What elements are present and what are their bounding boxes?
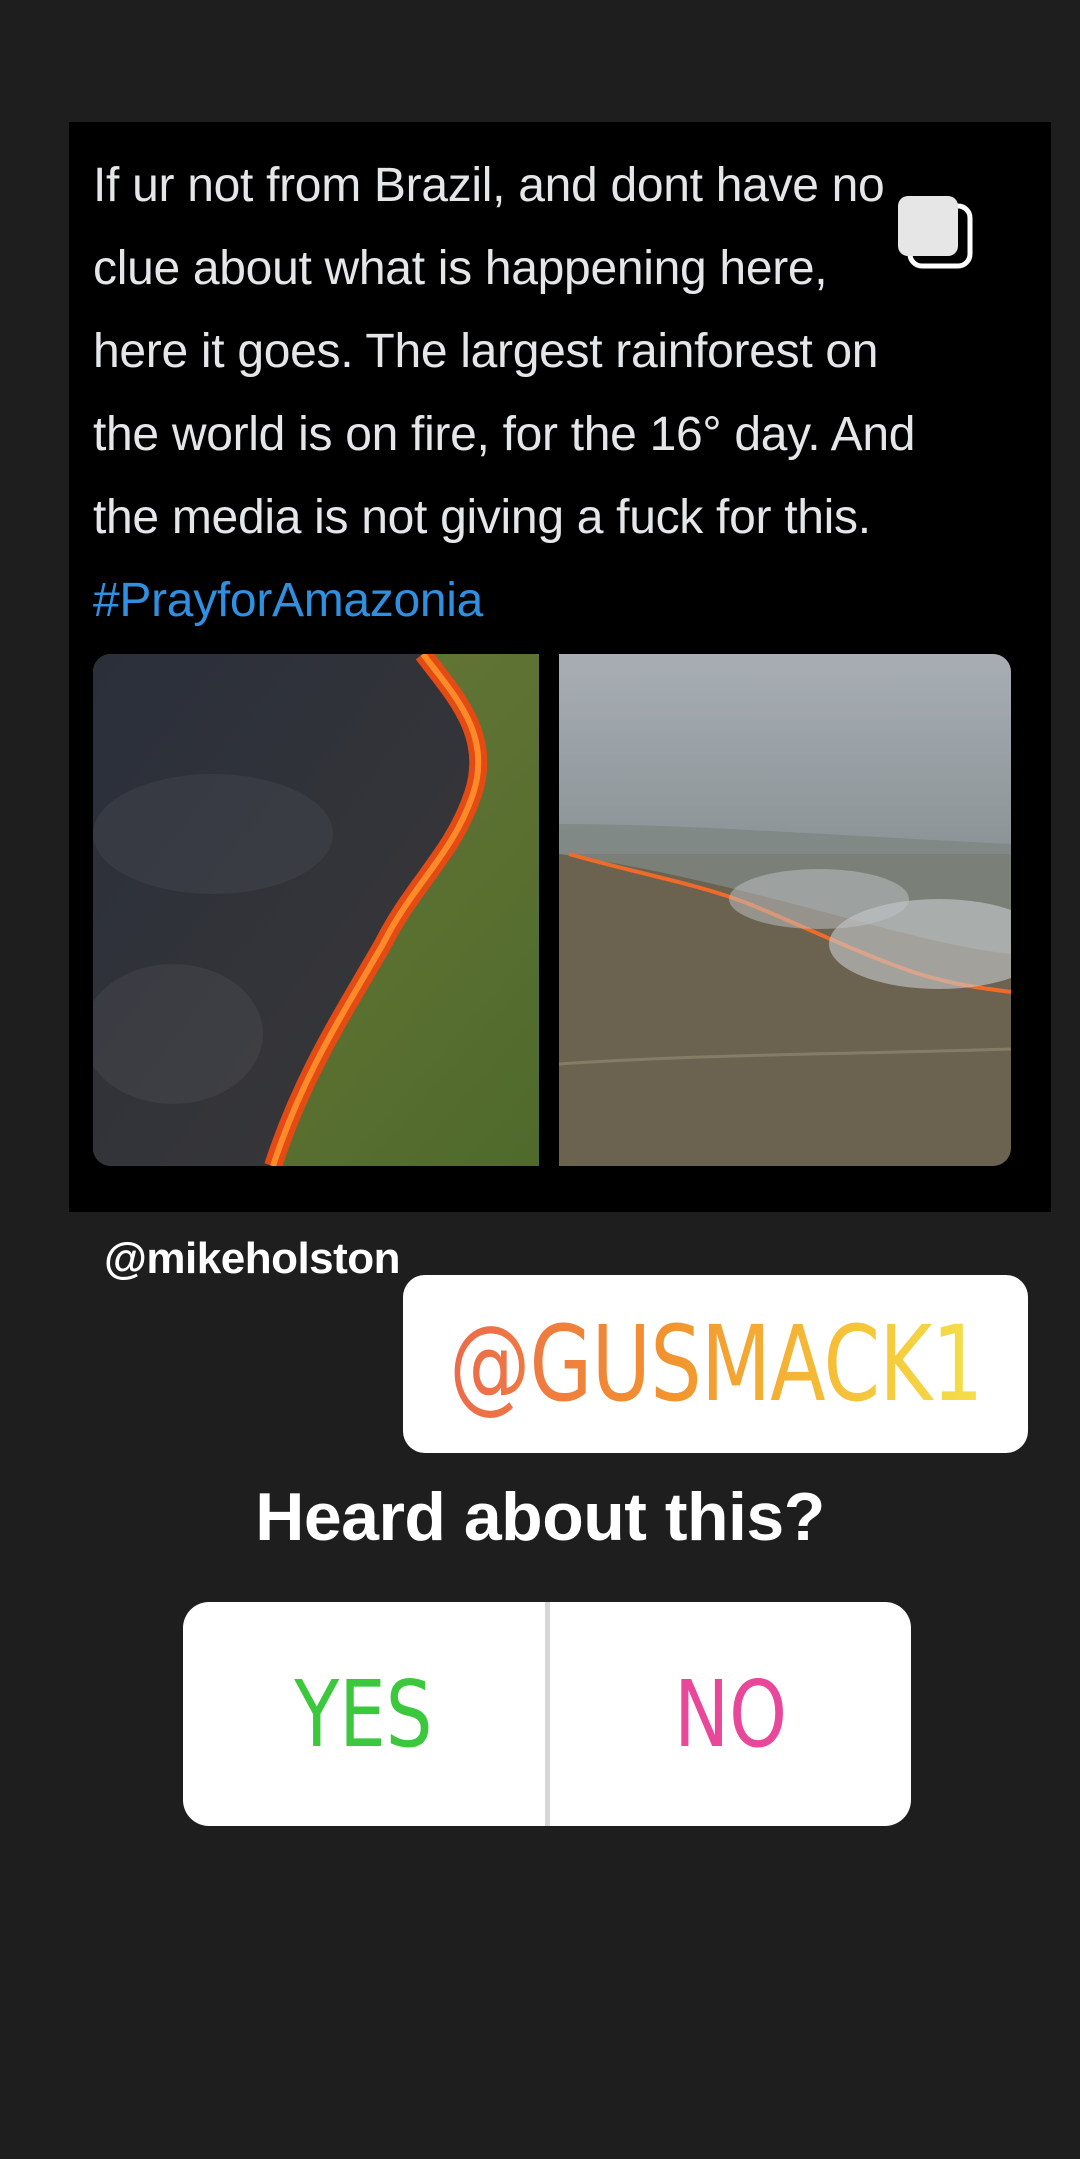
- multiple-images-icon: [898, 196, 973, 269]
- post-text-line: here it goes. The largest rainforest on: [93, 325, 879, 378]
- shared-post-image: If ur not from Brazil, and dont have no …: [69, 122, 1051, 1212]
- poll-option-no[interactable]: NO: [550, 1602, 912, 1826]
- poll-option-yes[interactable]: YES: [183, 1602, 545, 1826]
- post-text-line: the world is on fire, for the 16° day. A…: [93, 408, 916, 461]
- mention-sticker[interactable]: @GUSMACK1: [403, 1275, 1028, 1453]
- mention-sticker-text: @GUSMACK1: [448, 1303, 983, 1425]
- poll-sticker: YES NO: [183, 1602, 911, 1826]
- poll-yes-label: YES: [294, 1660, 433, 1768]
- post-hashtag: #PrayforAmazonia: [93, 574, 484, 627]
- fire-aerial-photo-right: [559, 654, 1011, 1166]
- poll-question: Heard about this?: [255, 1479, 825, 1555]
- post-text-line: If ur not from Brazil, and dont have no: [93, 159, 885, 212]
- poll-no-label: NO: [673, 1660, 787, 1768]
- fire-aerial-photo-left: [93, 654, 539, 1166]
- post-text-line: the media is not giving a fuck for this.: [93, 491, 871, 544]
- mention-username-small[interactable]: @mikeholston: [104, 1234, 401, 1284]
- post-text: If ur not from Brazil, and dont have no …: [93, 144, 1023, 642]
- post-text-line: clue about what is happening here,: [93, 242, 828, 295]
